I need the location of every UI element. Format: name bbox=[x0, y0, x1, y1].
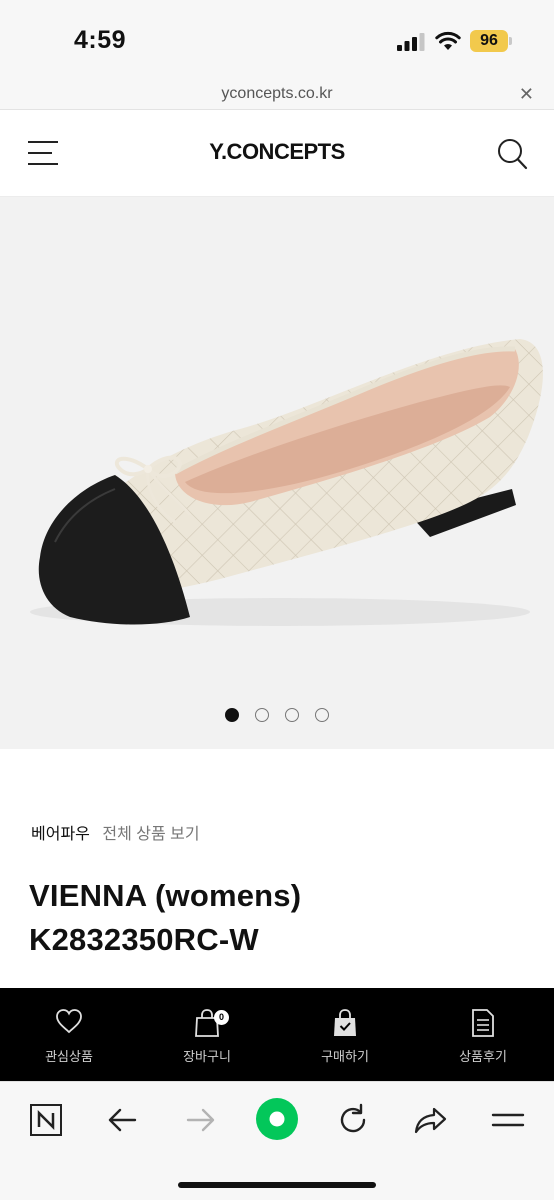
action-bar: 관심상품 0 장바구니 구매하기 상품후기 bbox=[0, 988, 554, 1081]
pagination-dot-2[interactable] bbox=[255, 708, 269, 722]
home-indicator bbox=[178, 1182, 376, 1188]
product-title: VIENNA (womens) K2832350RC-W bbox=[29, 874, 301, 962]
status-time: 4:59 bbox=[74, 26, 127, 54]
pagination-dot-1[interactable] bbox=[225, 708, 239, 722]
cellular-signal-icon bbox=[397, 33, 425, 51]
wifi-icon bbox=[435, 31, 461, 50]
share-icon[interactable] bbox=[408, 1098, 452, 1142]
status-bar: 4:59 96 bbox=[0, 0, 554, 80]
back-arrow-icon[interactable] bbox=[101, 1098, 145, 1142]
search-icon[interactable] bbox=[496, 137, 528, 171]
product-info: 베어파우 전체 상품 보기 VIENNA (womens) K2832350RC… bbox=[0, 750, 554, 988]
green-home-icon[interactable] bbox=[254, 1096, 300, 1142]
shoe-illustration bbox=[30, 339, 543, 626]
browser-toolbar bbox=[0, 1081, 554, 1200]
gallery-pagination bbox=[0, 708, 554, 724]
buy-button[interactable]: 구매하기 bbox=[276, 988, 414, 1081]
checkout-bag-icon bbox=[334, 1009, 356, 1036]
product-image[interactable] bbox=[0, 197, 554, 749]
wishlist-button[interactable]: 관심상품 bbox=[0, 988, 138, 1081]
pagination-dot-4[interactable] bbox=[315, 708, 329, 722]
forward-arrow-icon[interactable] bbox=[178, 1098, 222, 1142]
site-logo[interactable]: Y.CONCEPTS bbox=[0, 139, 554, 165]
cart-button[interactable]: 0 장바구니 bbox=[138, 988, 276, 1081]
close-icon[interactable]: ✕ bbox=[519, 84, 534, 105]
cart-label: 장바구니 bbox=[183, 1049, 231, 1064]
buy-label: 구매하기 bbox=[321, 1049, 369, 1064]
brand-name[interactable]: 베어파우 bbox=[31, 826, 90, 843]
wishlist-label: 관심상품 bbox=[45, 1049, 93, 1064]
all-products-link[interactable]: 전체 상품 보기 bbox=[102, 826, 199, 843]
url-text[interactable]: yconcepts.co.kr bbox=[0, 85, 554, 103]
site-header: Y.CONCEPTS bbox=[0, 111, 554, 197]
product-title-line1: VIENNA (womens) bbox=[29, 878, 302, 913]
reload-icon[interactable] bbox=[331, 1098, 375, 1142]
reviews-label: 상품후기 bbox=[459, 1049, 507, 1064]
heart-icon bbox=[56, 1009, 82, 1034]
naver-n-icon[interactable] bbox=[24, 1098, 68, 1142]
menu-icon[interactable] bbox=[486, 1098, 530, 1142]
cart-count-badge: 0 bbox=[214, 1010, 229, 1025]
brand-row: 베어파우 전체 상품 보기 bbox=[31, 820, 200, 844]
battery-tip bbox=[509, 37, 512, 45]
document-icon bbox=[472, 1009, 494, 1037]
pagination-dot-3[interactable] bbox=[285, 708, 299, 722]
battery-indicator: 96 bbox=[470, 30, 508, 52]
url-bar[interactable]: yconcepts.co.kr ✕ bbox=[0, 80, 554, 110]
reviews-button[interactable]: 상품후기 bbox=[414, 988, 552, 1081]
product-title-line2: K2832350RC-W bbox=[29, 922, 259, 957]
